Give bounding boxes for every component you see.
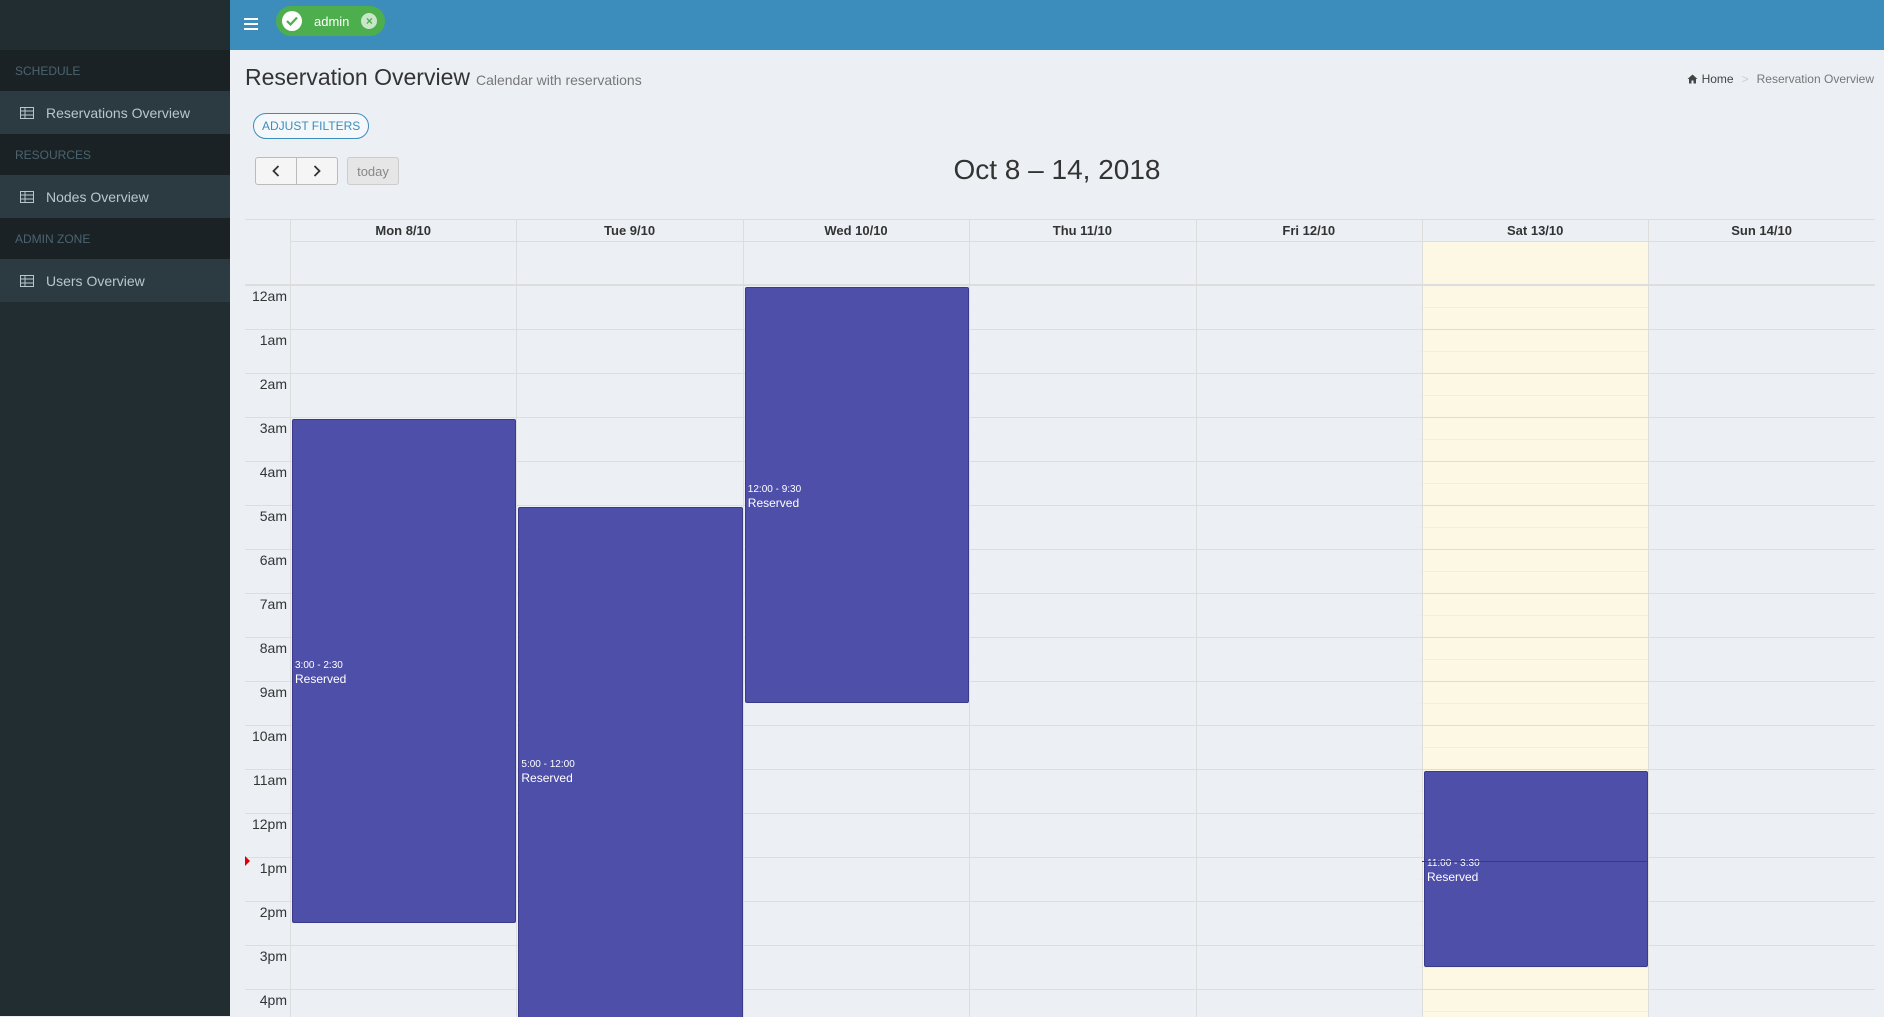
now-indicator-line [1422,861,1648,862]
sidebar-header-schedule: SCHEDULE [0,50,230,91]
day-column-divider [516,220,517,1017]
content-area: Reservation Overview Calendar with reserv… [230,50,1884,1016]
table-icon [20,107,34,119]
time-axis-label: 12am [245,288,287,304]
event-time: 12:00 - 9:30 [748,484,801,495]
day-column-divider [290,220,291,1017]
reservation-event[interactable]: 11:00 - 3:30Reserved [1424,771,1648,967]
breadcrumb-home-link[interactable]: Home [1702,72,1734,86]
day-column-divider [1648,220,1649,1017]
page-title-text: Reservation Overview [245,64,470,90]
sidebar-item-reservations-overview[interactable]: Reservations Overview [0,91,230,134]
time-axis-label: 4am [245,464,287,480]
day-column-header: Tue 9/10 [516,220,742,242]
sidebar-item-label: Nodes Overview [46,189,149,205]
event-title: Reserved [295,672,346,686]
reservation-event[interactable]: 3:00 - 2:30Reserved [292,419,516,923]
time-axis-label: 2am [245,376,287,392]
half-hour-gridline [290,351,1875,352]
sidebar-item-label: Reservations Overview [46,105,190,121]
day-column-divider [1196,220,1197,1017]
time-axis-label: 10am [245,728,287,744]
sidebar: SCHEDULE Reservations Overview RESOURCES… [0,0,230,1016]
half-hour-gridline [290,439,1875,440]
time-axis-label: 1pm [245,860,287,876]
hamburger-icon[interactable] [244,18,258,30]
home-icon [1687,74,1698,84]
day-column-header: Thu 11/10 [969,220,1195,242]
day-column-header: Wed 10/10 [743,220,969,242]
time-axis-label: 11am [245,772,287,788]
time-axis-label: 4pm [245,992,287,1008]
page-title: Reservation Overview Calendar with reserv… [245,64,642,91]
breadcrumb: Home > Reservation Overview [1687,72,1874,86]
time-axis-label: 8am [245,640,287,656]
time-axis-label: 7am [245,596,287,612]
breadcrumb-current: Reservation Overview [1757,72,1874,86]
sidebar-header-resources: RESOURCES [0,134,230,175]
time-axis-label: 9am [245,684,287,700]
sidebar-item-users-overview[interactable]: Users Overview [0,259,230,302]
check-circle-icon [282,11,302,31]
day-column-divider [1422,220,1423,1017]
sidebar-item-nodes-overview[interactable]: Nodes Overview [0,175,230,218]
day-column-header: Sat 13/10 [1422,220,1648,242]
time-axis-label: 1am [245,332,287,348]
half-hour-gridline [290,483,1875,484]
day-column-header: Mon 8/10 [290,220,516,242]
time-axis-label: 6am [245,552,287,568]
hour-gridline [245,417,1875,418]
hour-gridline [245,373,1875,374]
time-axis-label: 12pm [245,816,287,832]
adjust-filters-button[interactable]: ADJUST FILTERS [253,113,369,139]
user-chip-label: admin [314,14,349,29]
now-indicator-arrow [245,856,250,866]
time-axis-label: 5am [245,508,287,524]
reservation-event[interactable]: 12:00 - 9:30Reserved [745,287,969,703]
event-title: Reserved [1427,870,1478,884]
day-column-divider [743,220,744,1017]
event-time: 3:00 - 2:30 [295,660,343,671]
top-navbar: admin × [230,0,1884,50]
event-title: Reserved [748,496,799,510]
week-calendar: Mon 8/10Tue 9/10Wed 10/10Thu 11/10Fri 12… [245,219,1875,1017]
sidebar-item-label: Users Overview [46,273,145,289]
table-icon [20,191,34,203]
sidebar-header-admin-zone: ADMIN ZONE [0,218,230,259]
event-time: 5:00 - 12:00 [521,759,574,770]
time-axis-label: 2pm [245,904,287,920]
day-column-divider [969,220,970,1017]
calendar-range-title: Oct 8 – 14, 2018 [230,154,1884,186]
event-time: 11:00 - 3:30 [1427,858,1480,869]
page-subtitle: Calendar with reservations [476,72,642,88]
reservation-event[interactable]: 5:00 - 12:00Reserved [518,507,742,1017]
hour-gridline [245,329,1875,330]
half-hour-gridline [290,307,1875,308]
sidebar-brand-area [0,0,230,50]
close-circle-icon[interactable]: × [361,13,377,29]
breadcrumb-separator: > [1742,72,1749,86]
time-axis-label: 3am [245,420,287,436]
day-column-header: Fri 12/10 [1196,220,1422,242]
event-title: Reserved [521,771,572,785]
time-axis-label: 3pm [245,948,287,964]
day-column-header: Sun 14/10 [1648,220,1874,242]
table-icon [20,275,34,287]
user-chip[interactable]: admin × [276,6,385,36]
hour-gridline [245,989,1875,990]
half-hour-gridline [290,395,1875,396]
all-day-row [245,242,1875,286]
